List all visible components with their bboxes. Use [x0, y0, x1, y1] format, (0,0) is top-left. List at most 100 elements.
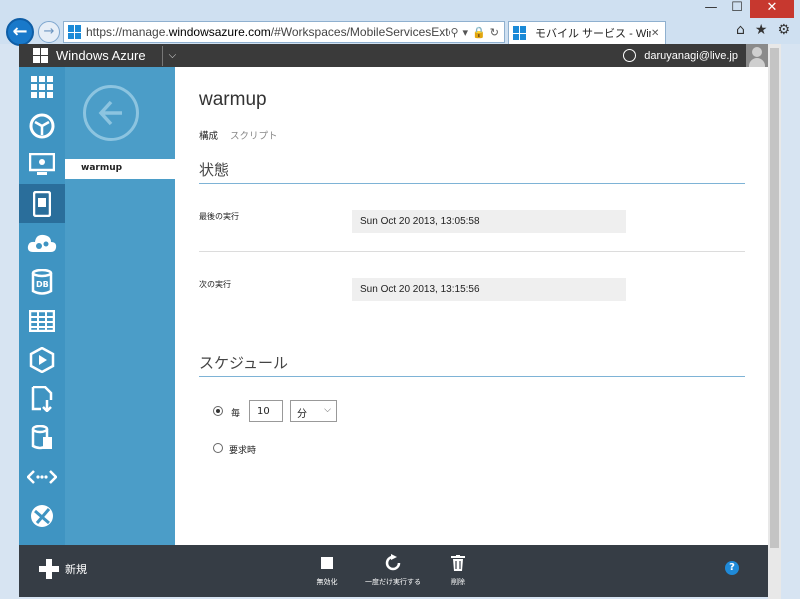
- subnav-item-warmup[interactable]: warmup: [65, 159, 175, 179]
- refresh-icon[interactable]: ↻: [490, 26, 499, 39]
- tab-favicon-icon: [513, 26, 527, 40]
- every-label: 毎: [231, 409, 241, 419]
- row-divider: [199, 251, 745, 252]
- home-icon[interactable]: ⌂: [736, 22, 745, 38]
- delete-label: 削除: [451, 578, 465, 586]
- lock-icon[interactable]: 🔒: [472, 26, 486, 39]
- disable-label: 無効化: [316, 578, 338, 586]
- nav-sql-databases[interactable]: DB: [19, 262, 65, 301]
- page-title: warmup: [199, 89, 267, 110]
- status-section-title: 状態: [199, 161, 230, 179]
- close-button[interactable]: ✕: [750, 0, 794, 18]
- windows-logo-icon: [33, 48, 48, 63]
- schedule-section-title: スケジュール: [199, 354, 288, 372]
- nav-traffic-manager[interactable]: [19, 496, 65, 535]
- nav-all-items[interactable]: [19, 67, 65, 106]
- tab-script[interactable]: スクリプト: [230, 128, 278, 142]
- refresh-icon: [385, 554, 401, 571]
- arrow-left-icon: [98, 100, 122, 126]
- phone-icon: [33, 190, 51, 217]
- user-email[interactable]: daruyanagi@live.jp: [644, 50, 738, 62]
- nav-media-services[interactable]: [19, 340, 65, 379]
- next-run-value: Sun Oct 20 2013, 13:15:56: [352, 278, 626, 301]
- tab-configure[interactable]: 構成: [199, 128, 218, 142]
- search-icon[interactable]: ⚲: [450, 26, 458, 39]
- globe-icon: [29, 113, 55, 138]
- maximize-button[interactable]: ☐: [724, 0, 750, 18]
- traffic-icon: [31, 504, 53, 527]
- dropdown-icon[interactable]: ▾: [463, 26, 469, 39]
- media-icon: [29, 346, 55, 373]
- content-tabs: 構成 スクリプト: [199, 128, 278, 142]
- brand-title[interactable]: Windows Azure: [56, 48, 146, 63]
- run-once-label: 一度だけ実行する: [365, 578, 421, 586]
- header-right: daruyanagi@live.jp: [623, 44, 768, 67]
- section-divider: [199, 183, 745, 184]
- favicon-icon: [68, 25, 82, 39]
- monitor-icon: [29, 152, 55, 175]
- section-divider: [199, 376, 745, 377]
- address-icons: ⚲ ▾ 🔒 ↻: [450, 26, 504, 39]
- header-divider: [161, 45, 163, 66]
- window-border: [781, 44, 800, 599]
- svg-text:DB: DB: [36, 280, 49, 289]
- nav-service-bus[interactable]: [19, 457, 65, 496]
- interval-input[interactable]: 10: [249, 400, 283, 422]
- url-path: /#Workspaces/MobileServicesExtension/app…: [270, 25, 451, 39]
- new-button[interactable]: 新規: [39, 559, 87, 579]
- radio-every[interactable]: [213, 406, 223, 416]
- browser-toolbar-icons: ⌂ ★ ⚙: [736, 22, 790, 38]
- help-icon[interactable]: ?: [725, 561, 739, 575]
- browser-tab[interactable]: モバイル サービス - Window... ✕: [508, 21, 666, 44]
- nav-virtual-machines[interactable]: [19, 145, 65, 184]
- scroll-thumb[interactable]: [770, 48, 779, 548]
- tab-close-icon[interactable]: ✕: [651, 28, 665, 39]
- last-run-value: Sun Oct 20 2013, 13:05:58: [352, 210, 626, 233]
- url-text[interactable]: https://manage.windowsazure.com/#Workspa…: [86, 25, 450, 39]
- grid-icon: [31, 75, 53, 98]
- nav-import-export[interactable]: [19, 379, 65, 418]
- globe-icon[interactable]: [623, 49, 637, 62]
- plus-icon: [39, 559, 59, 579]
- chevron-down-icon: ⌵: [324, 405, 331, 415]
- database-icon: DB: [31, 268, 53, 295]
- import-icon: [31, 385, 53, 412]
- vertical-scrollbar[interactable]: [768, 44, 781, 599]
- interval-unit-select[interactable]: 分 ⌵: [290, 400, 337, 422]
- main-content: warmup 構成 スクリプト 状態 最後の実行 Sun Oct 20 2013…: [175, 67, 768, 545]
- table-icon: [29, 309, 55, 332]
- cloud-gear-icon: [27, 234, 57, 252]
- tab-title: モバイル サービス - Window...: [535, 28, 651, 40]
- disable-button[interactable]: 無効化: [312, 553, 342, 587]
- avatar[interactable]: [746, 44, 768, 67]
- unit-value: 分: [297, 409, 307, 420]
- radio-on-demand[interactable]: [213, 443, 223, 453]
- on-demand-label: 要求時: [229, 446, 257, 456]
- run-once-button[interactable]: 一度だけ実行する: [363, 553, 423, 587]
- azure-header: Windows Azure ⌵ daruyanagi@live.jp: [19, 44, 768, 67]
- service-bus-icon: [27, 469, 57, 484]
- browser-window: — ☐ ✕ ← → https://manage.windowsazure.co…: [0, 0, 800, 599]
- nav-cloud-services[interactable]: [19, 223, 65, 262]
- settings-gear-icon[interactable]: ⚙: [777, 22, 790, 38]
- trash-icon: [451, 555, 465, 571]
- minimize-button[interactable]: —: [698, 0, 724, 18]
- favorites-star-icon[interactable]: ★: [755, 22, 768, 38]
- next-run-label: 次の実行: [199, 280, 231, 289]
- command-bar: 新規 無効化 一度だけ実行する 削除 ?: [19, 545, 768, 597]
- browser-titlebar: — ☐ ✕ ← → https://manage.windowsazure.co…: [0, 0, 800, 46]
- back-button[interactable]: ←: [6, 18, 34, 46]
- forward-button[interactable]: →: [38, 21, 60, 43]
- delete-button[interactable]: 削除: [445, 553, 471, 587]
- chevron-down-icon[interactable]: ⌵: [169, 50, 177, 61]
- sub-navigation: warmup: [65, 67, 175, 545]
- nav-storage[interactable]: [19, 301, 65, 340]
- nav-websites[interactable]: [19, 106, 65, 145]
- address-bar[interactable]: https://manage.windowsazure.com/#Workspa…: [63, 21, 505, 43]
- nav-mobile-services[interactable]: [19, 184, 65, 223]
- nav-hdinsight[interactable]: [19, 418, 65, 457]
- back-circle-button[interactable]: [83, 85, 139, 141]
- data-doc-icon: [31, 424, 52, 449]
- window-controls: — ☐ ✕: [698, 0, 794, 20]
- last-run-label: 最後の実行: [199, 212, 239, 221]
